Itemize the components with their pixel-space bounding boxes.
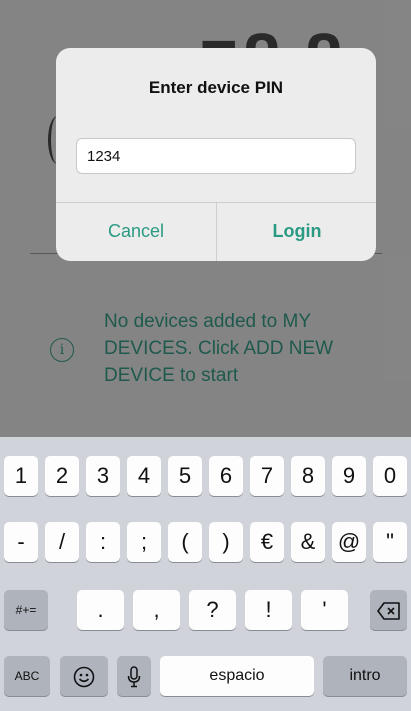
emoji-icon: [73, 663, 95, 688]
backspace-icon: [376, 597, 401, 622]
key-ampersand[interactable]: &: [291, 522, 325, 562]
microphone-icon: [127, 663, 141, 688]
key-quote[interactable]: ": [373, 522, 407, 562]
pin-dialog: Enter device PIN Cancel Login: [56, 48, 376, 261]
dialog-title: Enter device PIN: [148, 78, 284, 97]
key-5[interactable]: 5: [168, 456, 202, 496]
key-exclamation[interactable]: !: [245, 590, 292, 630]
return-key[interactable]: intro: [323, 656, 407, 696]
microphone-key[interactable]: [117, 656, 151, 696]
symbols-toggle-key[interactable]: #+=: [4, 590, 48, 630]
key-comma[interactable]: ,: [133, 590, 180, 630]
abc-key[interactable]: ABC: [4, 656, 50, 696]
key-apostrophe[interactable]: ': [301, 590, 348, 630]
key-euro[interactable]: €: [250, 522, 284, 562]
key-6[interactable]: 6: [209, 456, 243, 496]
key-1[interactable]: 1: [4, 456, 38, 496]
cancel-button[interactable]: Cancel: [56, 203, 216, 261]
key-8[interactable]: 8: [291, 456, 325, 496]
key-close-paren[interactable]: ): [209, 522, 243, 562]
keyboard: 1 2 3 4 5 6 7 8 9 0 - / : ; ( ) € & @ " …: [0, 437, 411, 711]
emoji-key[interactable]: [60, 656, 108, 696]
key-7[interactable]: 7: [250, 456, 284, 496]
key-question[interactable]: ?: [189, 590, 236, 630]
key-at[interactable]: @: [332, 522, 366, 562]
delete-key[interactable]: [370, 590, 407, 630]
key-open-paren[interactable]: (: [168, 522, 202, 562]
key-9[interactable]: 9: [332, 456, 366, 496]
key-0[interactable]: 0: [373, 456, 407, 496]
key-slash[interactable]: /: [45, 522, 79, 562]
key-semicolon[interactable]: ;: [127, 522, 161, 562]
key-2[interactable]: 2: [45, 456, 79, 496]
space-key[interactable]: espacio: [160, 656, 314, 696]
key-colon[interactable]: :: [86, 522, 120, 562]
key-4[interactable]: 4: [127, 456, 161, 496]
key-period[interactable]: .: [77, 590, 124, 630]
key-hyphen[interactable]: -: [4, 522, 38, 562]
key-3[interactable]: 3: [86, 456, 120, 496]
login-button[interactable]: Login: [217, 203, 376, 261]
pin-input[interactable]: [76, 138, 356, 174]
